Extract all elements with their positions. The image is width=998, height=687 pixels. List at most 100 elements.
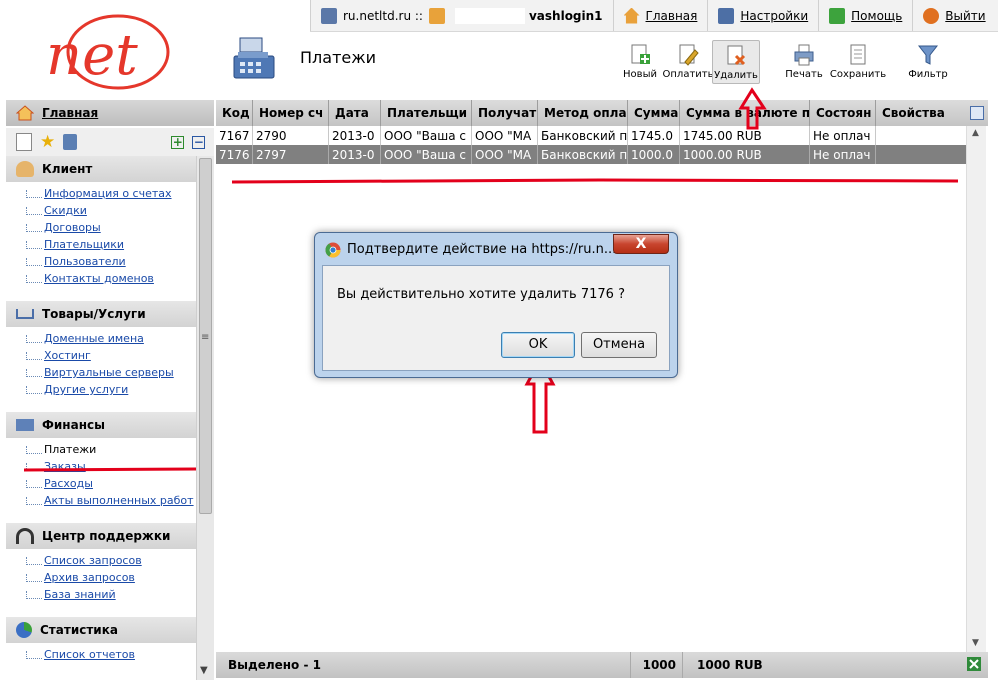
new-label: Новый <box>623 69 657 80</box>
scroll-down-icon[interactable]: ▼ <box>972 638 979 648</box>
filter-button[interactable]: Фильтр <box>904 40 952 84</box>
tree-line <box>26 334 42 343</box>
table-row[interactable]: 7167 2790 2013-0 ООО "Ваша с ООО "МА Бан… <box>216 126 986 145</box>
col-payer[interactable]: Плательщи <box>381 100 472 126</box>
help-icon <box>829 7 846 24</box>
tree-line <box>26 189 42 198</box>
table-row-selected[interactable]: 7176 2797 2013-0 ООО "Ваша с ООО "МА Бан… <box>216 145 986 164</box>
sidebar-item-label[interactable]: Хостинг <box>44 349 91 362</box>
sidebar-item-expenses[interactable]: Расходы <box>26 475 196 492</box>
favorites-star-icon[interactable]: ★ <box>40 132 55 152</box>
col-date[interactable]: Дата <box>329 100 381 126</box>
col-sum-currency[interactable]: Сумма в валюте п <box>680 100 810 126</box>
col-properties[interactable]: Свойства <box>876 100 966 126</box>
sidebar-item-domains[interactable]: Доменные имена <box>26 330 196 347</box>
pie-chart-icon <box>16 622 32 638</box>
pay-button[interactable]: Оплатить <box>663 40 714 84</box>
col-recipient[interactable]: Получат <box>472 100 538 126</box>
collapse-all-icon[interactable]: − <box>192 135 206 149</box>
sidebar-item-label[interactable]: Заказы <box>44 460 86 473</box>
col-invoice-number[interactable]: Номер сч <box>253 100 329 126</box>
col-sum[interactable]: Сумма <box>628 100 680 126</box>
chrome-icon <box>325 242 341 258</box>
col-state[interactable]: Состоян <box>810 100 876 126</box>
printer-icon <box>794 44 814 66</box>
sidebar-item-label[interactable]: Информация о счетах <box>44 187 172 200</box>
sidebar-item-label[interactable]: Плательщики <box>44 238 124 251</box>
sidebar-item-label[interactable]: Пользователи <box>44 255 126 268</box>
sidebar-item-vps[interactable]: Виртуальные серверы <box>26 364 196 381</box>
footer-sum-currency: 1000 RUB <box>682 652 802 678</box>
cell-payment-method: Банковский п <box>538 145 628 164</box>
cell-payer: ООО "Ваша с <box>381 126 472 145</box>
sidebar-item-domain-contacts[interactable]: Контакты доменов <box>26 270 196 287</box>
sidebar-item-knowledge-base[interactable]: База знаний <box>26 586 196 603</box>
tree-line <box>26 573 42 582</box>
sidebar-item-work-acts[interactable]: Акты выполненных работ <box>26 492 196 509</box>
excel-export-icon[interactable] <box>966 656 982 672</box>
cancel-button[interactable]: Отмена <box>581 332 657 358</box>
sidebar-item-accounts-info[interactable]: Информация о счетах <box>26 185 196 202</box>
scroll-up-icon[interactable]: ▲ <box>972 128 979 138</box>
sidebar-item-label[interactable]: Архив запросов <box>44 571 135 584</box>
section-client-header[interactable]: Клиент <box>6 156 196 182</box>
sidebar-item-label[interactable]: Список запросов <box>44 554 142 567</box>
sidebar-item-discounts[interactable]: Скидки <box>26 202 196 219</box>
sidebar-item-other-services[interactable]: Другие услуги <box>26 381 196 398</box>
sidebar-item-label[interactable]: Акты выполненных работ <box>44 494 194 507</box>
redacted-area <box>454 7 525 24</box>
print-button[interactable]: Печать <box>780 40 828 84</box>
clipboard-icon[interactable] <box>63 134 78 150</box>
sidebar-item-contracts[interactable]: Договоры <box>26 219 196 236</box>
section-finance-header[interactable]: Финансы <box>6 412 196 438</box>
sidebar-item-reports[interactable]: Список отчетов <box>26 646 196 663</box>
col-payment-method[interactable]: Метод опла <box>538 100 628 126</box>
sidebar-item-label[interactable]: Договоры <box>44 221 101 234</box>
sidebar-item-requests[interactable]: Список запросов <box>26 552 196 569</box>
sidebar-item-users[interactable]: Пользователи <box>26 253 196 270</box>
save-button[interactable]: Сохранить <box>828 40 888 84</box>
sidebar-home[interactable]: Главная <box>6 100 214 126</box>
sidebar-item-label[interactable]: База знаний <box>44 588 116 601</box>
section-stats: Статистика Список отчетов <box>6 617 196 663</box>
top-help-link[interactable]: Помощь <box>819 0 914 31</box>
expand-all-icon[interactable]: + <box>171 135 185 149</box>
scroll-down-icon[interactable]: ▼ <box>200 665 208 676</box>
sidebar-item-label[interactable]: Доменные имена <box>44 332 144 345</box>
top-logout-link[interactable]: Выйти <box>913 0 995 31</box>
tree-line <box>26 590 42 599</box>
section-stats-header[interactable]: Статистика <box>6 617 196 643</box>
building-icon <box>321 7 337 24</box>
cell-state: Не оплач <box>810 126 876 145</box>
cell-recipient: ООО "МА <box>472 126 538 145</box>
new-button[interactable]: Новый <box>616 40 664 84</box>
ok-button[interactable]: OK <box>501 332 575 358</box>
sidebar-item-hosting[interactable]: Хостинг <box>26 347 196 364</box>
sidebar-item-label[interactable]: Контакты доменов <box>44 272 154 285</box>
domain-segment: ru.netltd.ru :: vashlogin1 <box>310 0 614 31</box>
sidebar-item-payments[interactable]: Платежи <box>26 441 196 458</box>
sidebar-item-orders[interactable]: Заказы <box>26 458 196 475</box>
col-code[interactable]: Код <box>216 100 253 126</box>
footer-sum: 1000 <box>630 652 682 678</box>
sidebar-item-label[interactable]: Скидки <box>44 204 87 217</box>
table-scrollbar[interactable]: ▲ ▼ <box>966 126 986 652</box>
column-settings-button[interactable] <box>966 100 988 126</box>
list-view-icon[interactable] <box>16 133 32 151</box>
sidebar-item-requests-archive[interactable]: Архив запросов <box>26 569 196 586</box>
dialog-close-button[interactable]: X <box>613 234 669 254</box>
sidebar-scrollbar[interactable]: ≡ ▼ <box>196 156 214 680</box>
net-logo[interactable]: net <box>38 8 178 94</box>
top-home-link[interactable]: Главная <box>614 0 709 31</box>
section-products-header[interactable]: Товары/Услуги <box>6 301 196 327</box>
delete-button[interactable]: Удалить <box>712 40 760 84</box>
sidebar-item-label[interactable]: Другие услуги <box>44 383 128 396</box>
sidebar-item-label[interactable]: Расходы <box>44 477 93 490</box>
top-settings-link[interactable]: Настройки <box>708 0 820 31</box>
sidebar-item-payers[interactable]: Плательщики <box>26 236 196 253</box>
section-support-header[interactable]: Центр поддержки <box>6 523 196 549</box>
payments-table: Код Номер сч Дата Плательщи Получат Мето… <box>216 100 986 164</box>
sidebar-item-label[interactable]: Платежи <box>44 443 96 456</box>
sidebar-item-label[interactable]: Список отчетов <box>44 648 135 661</box>
sidebar-item-label[interactable]: Виртуальные серверы <box>44 366 174 379</box>
